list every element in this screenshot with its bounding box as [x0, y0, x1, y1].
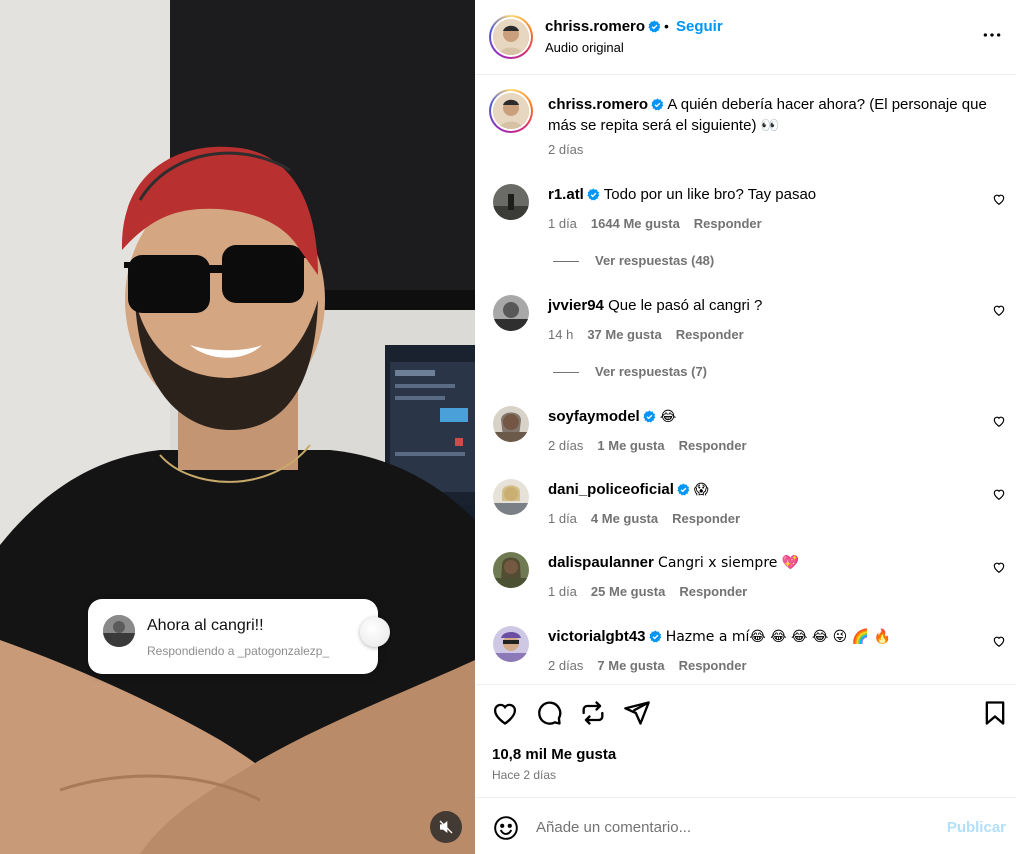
comment-body: Cangri x siempre 💖	[658, 555, 800, 571]
commenter-username[interactable]: dani_policeoficial	[548, 481, 674, 498]
commenter-username[interactable]: victorialgbt43	[548, 628, 646, 645]
speaker-muted-icon	[439, 820, 453, 834]
comment-text: jvvier94 Que le pasó al cangri ?	[548, 296, 968, 316]
caption-avatar[interactable]	[489, 89, 533, 133]
verified-badge-icon	[648, 20, 661, 33]
verified-badge-icon	[643, 410, 655, 423]
comment-meta: 1 día 1644 Me gusta Responder	[548, 216, 776, 231]
comment-time: 14 h	[548, 327, 574, 342]
reply-button[interactable]: Responder	[694, 216, 762, 231]
comment-meta: 14 h 37 Me gusta Responder	[548, 327, 758, 342]
post-side-panel: chriss.romero • Seguir Audio original ch…	[475, 0, 1016, 854]
comment-meta: 2 días 1 Me gusta Responder	[548, 438, 761, 453]
commenter-avatar[interactable]	[493, 295, 529, 331]
header-separator: •	[664, 18, 669, 34]
mute-toggle-button[interactable]	[430, 811, 462, 843]
comment-text: dalispaulanner Cangri x siempre 💖	[548, 553, 968, 573]
comment-likes[interactable]: 1 Me gusta	[597, 438, 664, 453]
commenter-avatar[interactable]	[493, 406, 529, 442]
comment-composer: Añade un comentario... Publicar	[475, 797, 1016, 854]
commenter-username[interactable]: r1.atl	[548, 186, 584, 203]
commenter-username[interactable]: dalispaulanner	[548, 554, 654, 571]
like-comment-heart-icon[interactable]	[992, 192, 1006, 206]
comment-time: 2 días	[548, 438, 584, 453]
publish-button[interactable]: Publicar	[947, 819, 1006, 836]
comment-likes[interactable]: 37 Me gusta	[587, 327, 661, 342]
sticker-avatar	[103, 615, 135, 647]
comment-body: 😱	[694, 482, 709, 498]
commenter-username[interactable]: soyfaymodel	[548, 408, 640, 425]
commenter-avatar[interactable]	[493, 479, 529, 515]
caption-username[interactable]: chriss.romero	[548, 96, 648, 113]
repost-icon[interactable]	[579, 699, 607, 727]
share-send-icon[interactable]	[623, 699, 651, 727]
comment-meta: 1 día 25 Me gusta Responder	[548, 584, 761, 599]
post-header: chriss.romero • Seguir Audio original	[475, 0, 1016, 75]
comment-text: r1.atl Todo por un like bro? Tay pasao	[548, 185, 968, 205]
comments-list[interactable]: chriss.romero A quién debería hacer ahor…	[475, 76, 1016, 684]
commenter-avatar[interactable]	[493, 626, 529, 662]
commenter-username[interactable]: jvvier94	[548, 297, 604, 314]
commenter-avatar[interactable]	[493, 184, 529, 220]
verified-badge-icon	[587, 188, 600, 201]
post-actions: 10,8 mil Me gusta Hace 2 días	[475, 684, 1016, 797]
sticker-subtext: Respondiendo a _patogonzalezp_	[147, 644, 330, 658]
comment-bubble-icon[interactable]	[535, 699, 563, 727]
caption-time: 2 días	[548, 142, 584, 157]
reply-button[interactable]: Responder	[672, 511, 740, 526]
instagram-post-view: Ahora al cangri!! Respondiendo a _patogo…	[0, 0, 1016, 854]
author-username[interactable]: chriss.romero	[545, 18, 661, 35]
verified-badge-icon	[648, 630, 661, 643]
commenter-avatar[interactable]	[493, 552, 529, 588]
comment-body: Que le pasó al cangri ?	[608, 297, 763, 314]
reply-button[interactable]: Responder	[676, 327, 744, 342]
view-replies-button[interactable]: Ver respuestas (48)	[553, 253, 714, 268]
reel-video[interactable]: Ahora al cangri!! Respondiendo a _patogo…	[0, 0, 475, 854]
like-comment-heart-icon[interactable]	[992, 414, 1006, 428]
comment-input[interactable]: Añade un comentario...	[536, 819, 691, 836]
comment-body: Todo por un like bro? Tay pasao	[603, 186, 817, 203]
audio-link[interactable]: Audio original	[545, 40, 624, 55]
caption-text: chriss.romero A quién debería hacer ahor…	[548, 94, 998, 136]
reply-button[interactable]: Responder	[679, 658, 747, 673]
reply-button[interactable]: Responder	[679, 438, 747, 453]
reply-sticker[interactable]: Ahora al cangri!! Respondiendo a _patogo…	[88, 599, 390, 674]
verified-badge-icon	[651, 98, 664, 111]
comment-time: 2 días	[548, 658, 584, 673]
comment-meta: 1 día 4 Me gusta Responder	[548, 511, 754, 526]
reply-button[interactable]: Responder	[679, 584, 747, 599]
comment-text: victorialgbt43 Hazme a mí😂 😂 😂 😂 😜 🌈 🔥	[548, 627, 968, 647]
comment-body: Hazme a mí😂 😂 😂 😂 😜 🌈 🔥	[665, 629, 892, 645]
comment-time: 1 día	[548, 511, 577, 526]
more-options-icon[interactable]	[982, 25, 1002, 45]
verified-badge-icon	[677, 483, 690, 496]
comment-meta: 2 días 7 Me gusta Responder	[548, 658, 761, 673]
like-comment-heart-icon[interactable]	[992, 560, 1006, 574]
comment-likes[interactable]: 1644 Me gusta	[591, 216, 680, 231]
like-comment-heart-icon[interactable]	[992, 487, 1006, 501]
save-bookmark-icon[interactable]	[981, 699, 1009, 727]
sticker-drag-handle	[360, 617, 390, 647]
like-comment-heart-icon[interactable]	[992, 303, 1006, 317]
comment-likes[interactable]: 7 Me gusta	[597, 658, 664, 673]
emoji-picker-icon[interactable]	[493, 815, 519, 841]
sticker-text: Ahora al cangri!!	[147, 617, 264, 634]
comment-text: dani_policeoficial 😱	[548, 480, 968, 500]
likes-count[interactable]: 10,8 mil Me gusta	[492, 746, 616, 763]
comment-likes[interactable]: 25 Me gusta	[591, 584, 665, 599]
comment-time: 1 día	[548, 216, 577, 231]
comment-body: 😂	[659, 409, 677, 425]
comment-text: soyfaymodel 😂	[548, 407, 968, 427]
video-frame	[0, 0, 475, 854]
like-heart-icon[interactable]	[491, 699, 519, 727]
comment-likes[interactable]: 4 Me gusta	[591, 511, 658, 526]
follow-button[interactable]: Seguir	[676, 18, 723, 35]
like-comment-heart-icon[interactable]	[992, 634, 1006, 648]
comment-time: 1 día	[548, 584, 577, 599]
view-replies-button[interactable]: Ver respuestas (7)	[553, 364, 707, 379]
post-date: Hace 2 días	[492, 768, 557, 782]
author-avatar[interactable]	[489, 15, 533, 59]
